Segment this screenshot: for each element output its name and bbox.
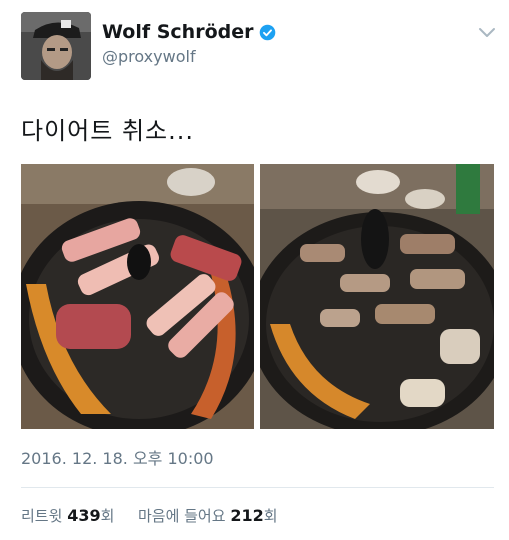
profile-photo-icon bbox=[21, 12, 91, 80]
retweets-suffix: 회 bbox=[100, 507, 115, 525]
author-name-row: Wolf Schröder bbox=[102, 21, 276, 43]
tweet-stats: 리트윗 439회 마음에 들어요 212회 bbox=[21, 505, 278, 526]
likes-suffix: 회 bbox=[263, 507, 278, 525]
tweet-header: Wolf Schröder @proxywolf bbox=[0, 0, 509, 90]
tweet-text: 다이어트 취소... bbox=[21, 117, 194, 145]
chevron-down-icon[interactable] bbox=[478, 26, 496, 40]
tweet-timestamp[interactable]: 2016. 12. 18. 오후 10:00 bbox=[21, 445, 214, 469]
author-display-name[interactable]: Wolf Schröder bbox=[102, 21, 253, 43]
retweets-label: 리트윗 bbox=[21, 507, 63, 525]
tweet-photo-1[interactable] bbox=[21, 164, 254, 429]
korean-bbq-photo-cooked-icon bbox=[260, 164, 494, 429]
likes-label: 마음에 들어요 bbox=[137, 507, 226, 525]
tweet-photo-2[interactable] bbox=[260, 164, 494, 429]
retweets-count[interactable]: 439 bbox=[67, 506, 100, 525]
korean-bbq-photo-raw-icon bbox=[21, 164, 254, 429]
likes-count[interactable]: 212 bbox=[230, 506, 263, 525]
author-handle[interactable]: @proxywolf bbox=[102, 47, 196, 66]
avatar[interactable] bbox=[21, 12, 91, 80]
divider bbox=[21, 487, 494, 488]
verified-badge-icon bbox=[260, 24, 276, 40]
